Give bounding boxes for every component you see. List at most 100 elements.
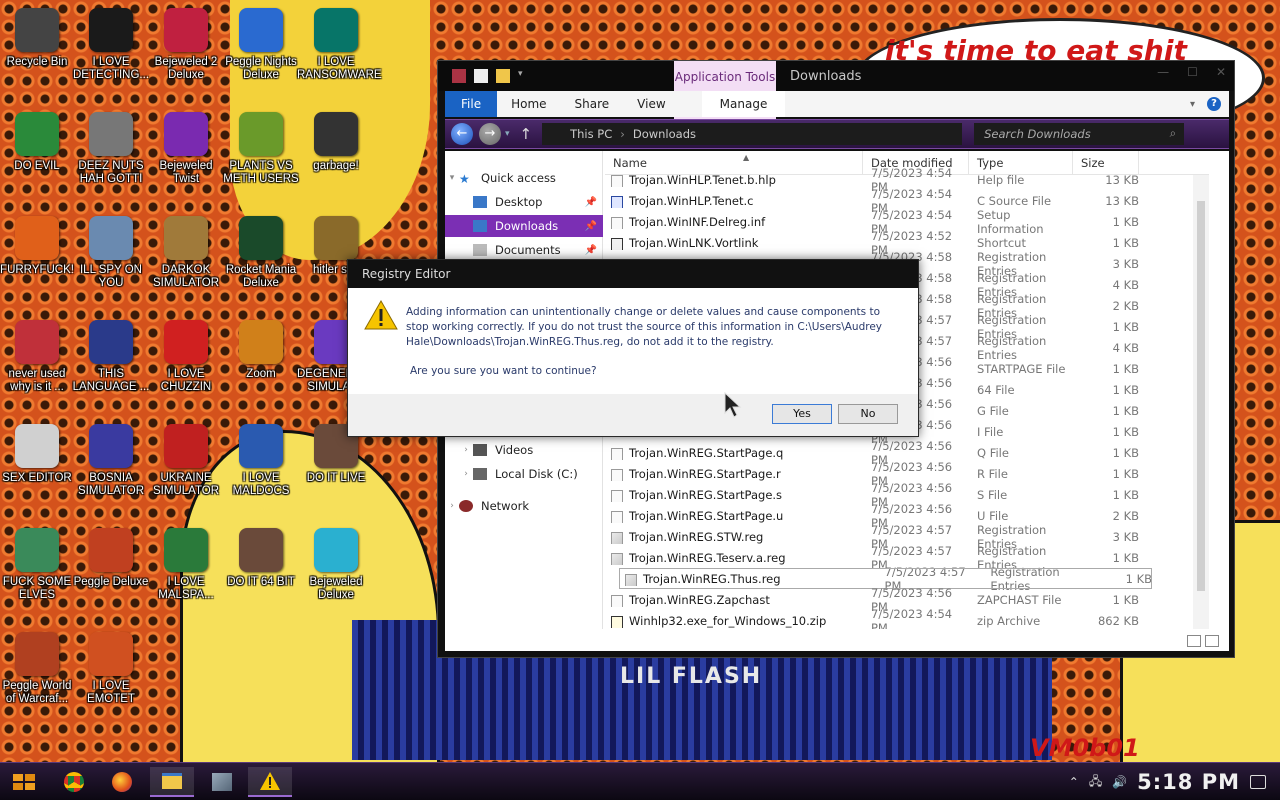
desktop-icon[interactable]: I LOVE MALSPA... [147,528,225,602]
nav-network[interactable]: › Network [445,495,603,517]
search-input[interactable]: Search Downloads ⌕ [974,123,1185,145]
file-type: Q File [977,445,1009,460]
address-bar[interactable]: This PC › Downloads [542,123,963,145]
money-bag-icon [164,216,208,260]
nav-downloads[interactable]: Downloads 📌 [445,215,603,237]
desktop-icon-label: FURRYFUCK! [0,264,74,276]
desktop-icon[interactable]: Bejeweled 2 Deluxe [147,8,225,82]
desktop-icon[interactable]: Rocket Mania Deluxe [222,216,300,290]
expand-icon[interactable]: › [445,501,459,511]
nav-local-disk[interactable]: › Local Disk (C:) [445,463,603,485]
recent-locations-icon[interactable]: ▾ [505,129,510,139]
clock[interactable]: 5:18 PM [1137,770,1240,794]
pin-icon[interactable]: 📌 [585,197,597,208]
start-button[interactable] [0,767,48,797]
maximize-button[interactable]: ☐ [1187,65,1198,79]
back-button[interactable]: ← [451,123,473,145]
tab-manage[interactable]: Manage [701,91,786,117]
desktop-icon[interactable]: I LOVE DETECTING... [72,8,150,82]
desktop-icon[interactable]: ILL SPY ON YOU [72,216,150,290]
desktop-icon[interactable]: I LOVE EMOTET [72,632,150,706]
reg-file-icon [611,531,623,544]
help-icon[interactable]: ? [1207,97,1221,111]
desktop-icon[interactable]: DO IT 64 BIT [222,528,300,589]
bejeweled-twist-icon [164,112,208,156]
explorer-titlebar[interactable]: ▾ Downloads — ☐ ✕ [438,61,1234,91]
up-button[interactable]: ↑ [520,125,533,143]
desktop-icon[interactable]: never used why is it ... [0,320,76,394]
taskbar-explorer[interactable] [150,767,194,797]
close-button[interactable]: ✕ [1216,65,1226,79]
desktop-icon[interactable]: Bejeweled Deluxe [297,528,375,602]
desktop-icon[interactable]: I LOVE MALDOCS [222,424,300,498]
network-tray-icon[interactable]: 🖧 [1089,772,1102,793]
breadcrumb-this-pc[interactable]: This PC [570,127,612,141]
details-view-icon[interactable] [1187,635,1201,647]
desktop-icon[interactable]: Peggle Deluxe [72,528,150,589]
forward-button[interactable]: → [479,123,501,145]
expand-icon[interactable]: › [459,469,473,479]
expand-icon[interactable]: › [459,445,473,455]
desktop-icon[interactable]: BOSNIA SIMULATOR [72,424,150,498]
large-icons-view-icon[interactable] [1205,635,1219,647]
tab-share[interactable]: Share [561,91,624,117]
expand-icon[interactable]: ▾ [445,173,459,183]
nav-desktop[interactable]: Desktop 📌 [445,191,603,213]
taskbar-regedit[interactable] [200,767,244,797]
desktop-icon-label: DO EVIL [14,160,60,172]
desktop-icon[interactable]: DARKOK SIMULATOR [147,216,225,290]
tab-home[interactable]: Home [497,91,560,117]
scrollbar-thumb[interactable] [1197,201,1205,591]
poster-text: LIL FLASH [620,664,763,689]
minimize-button[interactable]: — [1157,65,1169,79]
yes-button[interactable]: Yes [772,404,832,424]
taskbar-firefox[interactable] [100,767,144,797]
file-type: C Source File [977,193,1052,208]
desktop-icon[interactable]: Peggle World of Warcraf... [0,632,76,706]
pin-icon[interactable]: 📌 [585,245,597,256]
file-name: Trojan.WinLNK.Vortlink [629,235,759,250]
desktop-icon[interactable]: Bejeweled Twist [147,112,225,186]
search-icon[interactable]: ⌕ [1170,126,1176,141]
desktop-icon[interactable]: DO EVIL [0,112,76,173]
desktop-icon[interactable]: FURRYFUCK! [0,216,76,277]
app-icon[interactable] [452,69,466,83]
desktop-icon-label: DO IT 64 BIT [227,576,295,588]
desktop-icon[interactable]: THIS LANGUAGE ... [72,320,150,394]
show-hidden-icons-icon[interactable]: ⌃ [1069,775,1079,789]
file-file-icon [611,447,623,460]
desktop-icon[interactable]: Zoom [222,320,300,381]
new-folder-icon[interactable] [496,69,510,83]
tab-view[interactable]: View [623,91,679,117]
desktop-icon[interactable]: garbage! [297,112,375,173]
nav-documents[interactable]: Documents 📌 [445,239,603,261]
properties-icon[interactable] [474,69,488,83]
desktop-icon[interactable]: I LOVE RANSOMWARE [297,8,382,82]
desktop-icon[interactable]: UKRAINE SIMULATOR [147,424,225,498]
desktop-icon[interactable]: PLANTS VS METH USERS [222,112,300,186]
taskbar-warning[interactable] [248,767,292,797]
nav-quick-access[interactable]: ▾ ★ Quick access [445,167,603,189]
vertical-scrollbar[interactable] [1193,175,1209,629]
tab-file[interactable]: File [445,91,498,117]
expand-ribbon-icon[interactable]: ▾ [1190,99,1195,110]
desktop-icon[interactable]: FUCK SOME ELVES [0,528,76,602]
desktop-icon[interactable]: Peggle Nights Deluxe [222,8,300,82]
nav-videos[interactable]: › Videos [445,439,603,461]
file-size: 3 KB [1112,529,1139,544]
registry-editor-dialog[interactable]: Registry Editor Adding information can u… [347,259,919,437]
breadcrumb-downloads[interactable]: Downloads [633,127,696,141]
desktop-icon[interactable]: I LOVE CHUZZIN [147,320,225,394]
file-row[interactable]: Winhlp32.exe_for_Windows_10.zip 7/5/2023 … [605,607,1209,629]
desktop-icon[interactable]: DEEZ NUTS HAH GOTTI [72,112,150,186]
no-button[interactable]: No [838,404,898,424]
notification-center-icon[interactable] [1250,775,1266,789]
pin-icon[interactable]: 📌 [585,221,597,232]
file-type: ZAPCHAST File [977,592,1062,607]
elf-icon [15,528,59,572]
volume-icon[interactable]: 🔊 [1112,775,1127,789]
chevron-down-icon[interactable]: ▾ [518,69,532,83]
taskbar-chrome[interactable] [52,767,96,797]
desktop-icon[interactable]: SEX EDITOR [0,424,76,485]
desktop-icon[interactable]: Recycle Bin [0,8,76,69]
